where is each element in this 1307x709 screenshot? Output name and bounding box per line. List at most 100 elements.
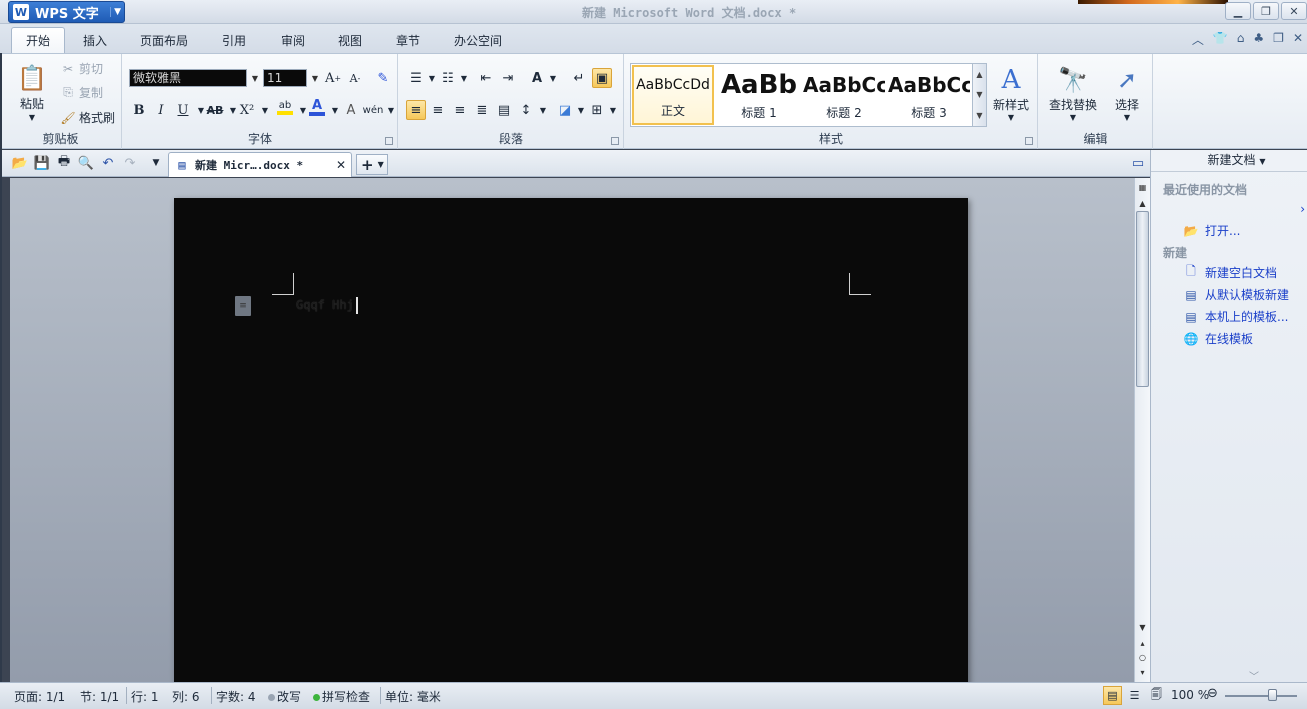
style-gallery-scroll[interactable]: ▲ ▼ ▼ (972, 64, 986, 126)
phonetic-guide-icon[interactable]: wén (363, 100, 384, 120)
styles-dialog-launcher-icon[interactable] (1025, 137, 1033, 145)
document-text[interactable]: Gqqf Hhj (296, 298, 354, 312)
restore-small-icon[interactable]: ❐ (1273, 31, 1284, 48)
grow-font-button[interactable]: A + (323, 68, 343, 88)
new-blank-doc-link[interactable]: 🗋 新建空白文档 (1183, 264, 1277, 281)
close-small-icon[interactable]: ✕ (1293, 31, 1303, 48)
outline-view-icon[interactable]: ☰ (1125, 686, 1144, 705)
browse-object-icon[interactable]: ○ (1135, 650, 1150, 664)
open-link[interactable]: 📂 打开... (1183, 222, 1241, 239)
customize-toolbar-icon[interactable]: ▼ (148, 155, 164, 171)
expand-gallery-icon[interactable]: ▼ (976, 111, 982, 120)
bold-button[interactable]: B (129, 100, 149, 120)
open-folder-icon[interactable]: 📂 (12, 155, 28, 171)
chevron-down-icon[interactable]: ▼ (543, 68, 563, 88)
track-changes-toggle[interactable]: 改写 (268, 688, 301, 705)
char-shading-icon[interactable]: A (341, 100, 361, 120)
print-preview-icon[interactable]: 🔍 (78, 155, 94, 171)
align-right-icon[interactable]: ≡ (450, 100, 470, 120)
style-heading-3[interactable]: AaBbCc 标题 3 (888, 65, 970, 125)
underline-button[interactable]: U (173, 100, 193, 120)
tab-view[interactable]: 视图 (338, 32, 362, 49)
chevron-right-icon[interactable]: › (1300, 202, 1305, 216)
scrollbar-thumb[interactable] (1136, 211, 1149, 387)
paste-button[interactable]: 📋 粘贴 ▼ (16, 62, 48, 122)
scroll-down-icon[interactable]: ▼ (1135, 620, 1150, 634)
chevron-down-icon[interactable]: ▼ (603, 100, 623, 120)
restore-button[interactable]: ❐ (1253, 2, 1279, 20)
chevron-down-icon[interactable]: ▼ (309, 69, 321, 87)
zoom-slider-thumb[interactable] (1268, 689, 1277, 701)
local-templates-link[interactable]: ▤ 本机上的模板... (1183, 308, 1288, 325)
format-painter-button[interactable]: 🖌 格式刷 (60, 109, 115, 126)
font-color-button[interactable]: A (307, 98, 327, 118)
new-tab-button[interactable]: + ▼ (356, 154, 388, 175)
tab-review[interactable]: 审阅 (281, 32, 305, 49)
taskpane-toggle-icon[interactable]: ▭ (1130, 155, 1146, 171)
online-templates-link[interactable]: 🌐 在线模板 (1183, 330, 1254, 347)
tab-references[interactable]: 引用 (222, 32, 246, 49)
paragraph-dialog-launcher-icon[interactable] (611, 137, 619, 145)
chevron-up-icon[interactable]: ︿ (1192, 31, 1204, 48)
tab-insert[interactable]: 插入 (83, 32, 107, 49)
show-marks-icon[interactable]: ↵ (569, 68, 589, 88)
page-indicator[interactable]: 页面: 1/1 (14, 688, 65, 705)
style-normal[interactable]: AaBbCcDd 正文 (632, 65, 714, 125)
shrink-font-button[interactable]: A- (345, 68, 365, 88)
tab-page-layout[interactable]: 页面布局 (140, 32, 188, 49)
superscript-button[interactable]: X² (237, 100, 257, 120)
chevron-down-icon[interactable]: ▼ (976, 90, 982, 99)
skin-icon[interactable]: 👕 (1213, 31, 1228, 48)
next-page-icon[interactable]: ▾ (1135, 665, 1150, 679)
chevron-down-icon[interactable]: ▼ (249, 69, 261, 87)
tab-office-space[interactable]: 办公空间 (454, 32, 502, 49)
vertical-scrollbar[interactable]: ▦ ▲ ▼ ▴ ○ ▾ (1134, 178, 1150, 682)
save-icon[interactable]: 💾 (34, 155, 50, 171)
home-icon[interactable]: ⌂ (1237, 31, 1245, 48)
spell-check-toggle[interactable]: 拼写检查 (313, 688, 370, 705)
text-box-icon[interactable]: ▣ (592, 68, 612, 88)
tab-chapter[interactable]: 章节 (396, 32, 420, 49)
font-name-select[interactable]: 微软雅黑 (129, 69, 247, 87)
wps-app-menu-button[interactable]: W WPS 文字 ▼ (8, 1, 125, 23)
chevron-down-icon[interactable]: ▼ (255, 100, 275, 120)
page-view-icon[interactable]: ▤ (1103, 686, 1122, 705)
italic-button[interactable]: I (151, 100, 171, 120)
unit-indicator[interactable]: 单位: 毫米 (385, 688, 441, 705)
ruler-toggle-icon[interactable]: ▦ (1135, 180, 1150, 194)
distribute-icon[interactable]: ▤ (494, 100, 514, 120)
decrease-indent-icon[interactable]: ⇤ (476, 68, 496, 88)
zoom-out-icon[interactable]: ⊖ (1207, 686, 1218, 701)
style-heading-2[interactable]: AaBbCc 标题 2 (803, 65, 885, 125)
select-button[interactable]: ➚ 选择 ▼ (1111, 64, 1143, 122)
increase-indent-icon[interactable]: ⇥ (498, 68, 518, 88)
redo-icon[interactable]: ↷ (122, 155, 138, 171)
feedback-icon[interactable]: ♣ (1253, 31, 1264, 48)
highlight-button[interactable]: ab (275, 98, 295, 118)
task-pane-header[interactable]: 新建文档 ▼ (1151, 150, 1307, 172)
document-page[interactable]: ≡ Gqqf Hhj (174, 198, 968, 682)
copy-button[interactable]: ⎘ 复制 (60, 84, 103, 101)
prev-page-icon[interactable]: ▴ (1135, 636, 1150, 650)
close-button[interactable]: ✕ (1281, 2, 1307, 20)
font-size-select[interactable]: 11 (263, 69, 307, 87)
font-dialog-launcher-icon[interactable] (385, 137, 393, 145)
chevron-down-icon[interactable]: ▼ (454, 68, 474, 88)
align-center-icon[interactable]: ≡ (428, 100, 448, 120)
find-replace-button[interactable]: 🔭 查找替换 ▼ (1049, 64, 1097, 122)
chevron-down-icon[interactable]: ▼ (381, 100, 401, 120)
chevron-down-icon[interactable]: ▼ (533, 100, 553, 120)
tab-home[interactable]: 开始 (11, 27, 66, 54)
chevron-up-icon[interactable]: ▲ (976, 70, 982, 79)
strikethrough-button[interactable]: AB (205, 100, 225, 120)
zoom-slider[interactable] (1225, 695, 1297, 697)
align-left-icon[interactable]: ≡ (406, 100, 426, 120)
style-heading-1[interactable]: AaBb 标题 1 (718, 65, 800, 125)
print-icon[interactable]: 🖶 (56, 154, 72, 171)
close-icon[interactable]: ✕ (336, 158, 346, 172)
minimize-button[interactable]: ▁ (1225, 2, 1251, 20)
word-count[interactable]: 字数: 4 (216, 688, 256, 705)
new-from-default-template-link[interactable]: ▤ 从默认模板新建 (1183, 286, 1289, 303)
web-view-icon[interactable]: 🗐 (1147, 686, 1166, 705)
document-tab[interactable]: ▤ 新建 Micr….docx * ✕ (168, 152, 352, 177)
